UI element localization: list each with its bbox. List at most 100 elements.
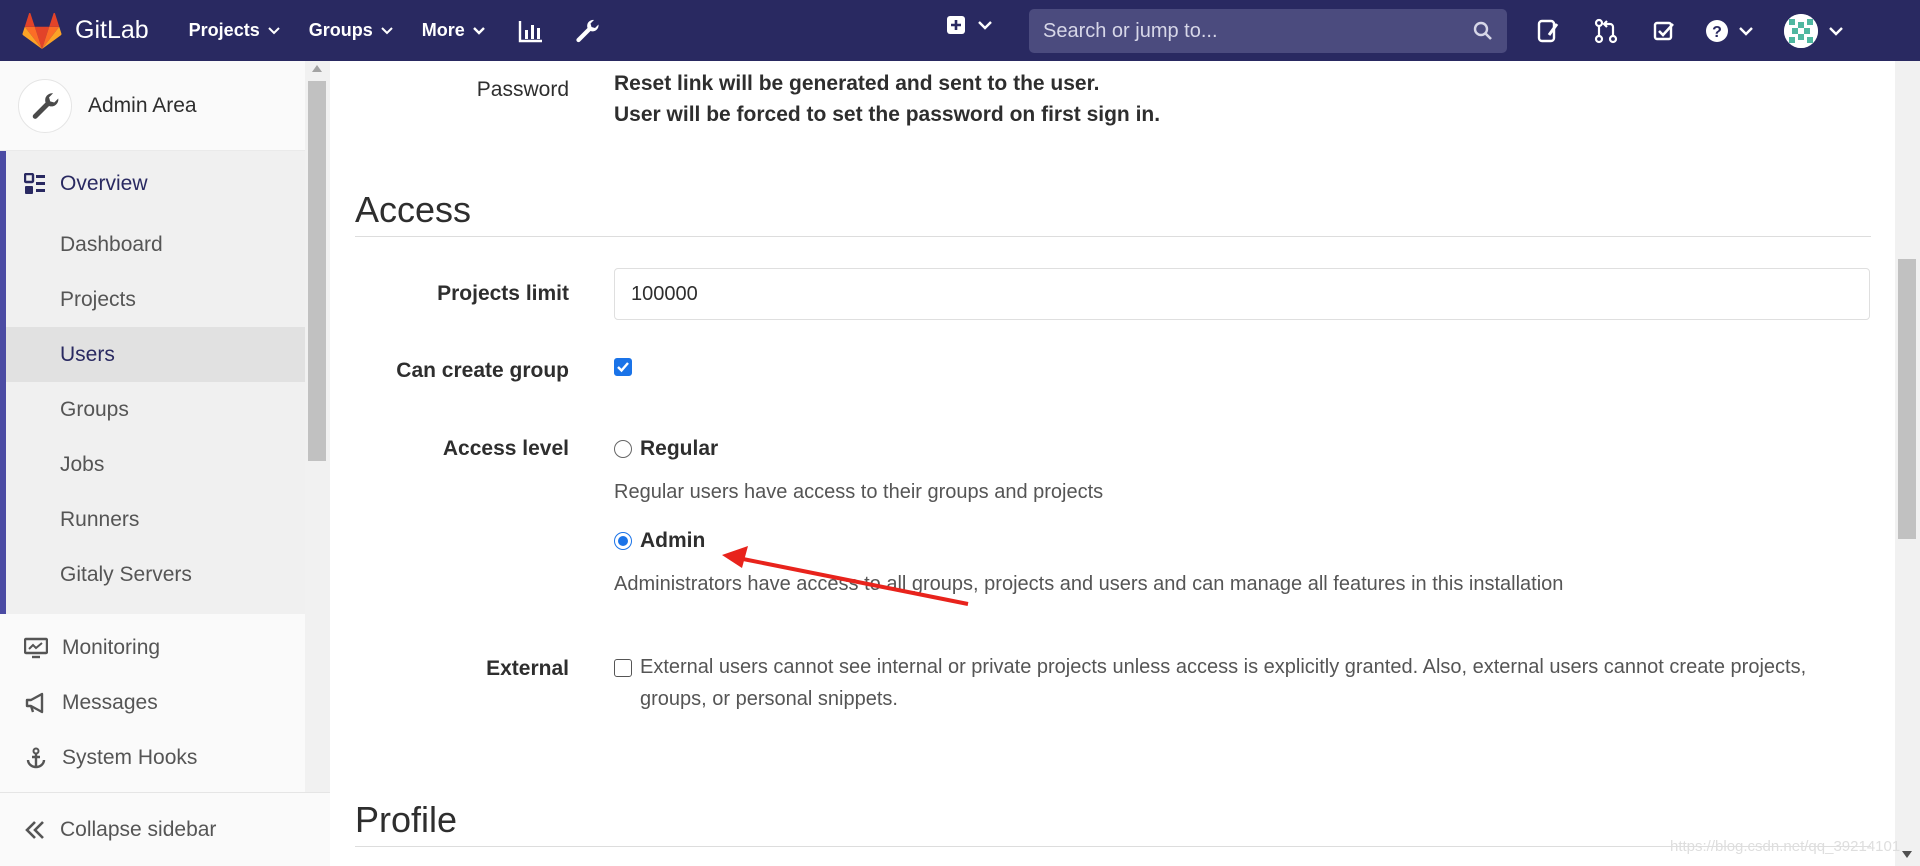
wrench-icon [32,92,59,119]
can-create-group-row: Can create group [355,358,1871,383]
tanuki-icon [22,12,62,49]
wrench-icon [576,19,599,42]
nav-projects[interactable]: Projects [189,20,281,41]
chevron-down-icon [381,26,393,34]
chevron-down-icon [978,21,992,30]
sidebar-item-overview[interactable]: Overview [6,151,305,217]
profile-section-title: Profile [355,799,458,840]
regular-radio[interactable] [614,440,632,458]
sidebar-item-overview-label: Overview [60,172,148,195]
overview-icon [24,173,45,194]
monitor-icon [24,637,48,659]
sidebar-item-groups[interactable]: Groups [6,382,305,437]
password-info-line2: User will be forced to set the password … [614,103,1161,126]
sidebar-item-jobs[interactable]: Jobs [6,437,305,492]
merge-request-icon [1594,18,1618,44]
top-navbar: GitLab Projects Groups More Search or ju… [0,0,1920,61]
sidebar-item-monitoring[interactable]: Monitoring [0,620,305,675]
admin-radio[interactable] [614,532,632,550]
external-wrapper: External users cannot see internal or pr… [614,651,1840,715]
sidebar-item-runners[interactable]: Runners [6,492,305,547]
svg-text:?: ? [1712,24,1722,41]
access-level-regular-option[interactable]: Regular [614,437,1563,461]
anchor-icon [24,746,48,770]
bar-chart-icon [518,20,542,42]
todos-button[interactable] [1646,13,1682,49]
nav-more-label: More [421,20,465,40]
sidebar-section-overview: Overview Dashboard Projects Users Groups… [0,151,305,614]
sidebar-item-messages[interactable]: Messages [0,675,305,730]
nav-projects-label: Projects [188,20,260,40]
profile-divider [355,846,1871,847]
help-icon: ? [1706,20,1728,42]
main-content: Password Reset link will be generated an… [355,61,1871,866]
chevron-down-icon [472,26,485,35]
sidebar-item-monitoring-label: Monitoring [62,635,161,659]
search-icon [1473,21,1492,40]
projects-limit-field-wrapper [614,268,1870,320]
access-level-row: Access level Regular Regular users have … [355,437,1871,595]
search-box[interactable] [1029,9,1507,53]
admin-label: Admin [640,529,706,552]
navbar-right: ? [1530,13,1844,49]
password-info-line1: Reset link will be generated and sent to… [614,72,1100,95]
sidebar-item-projects[interactable]: Projects [6,272,305,327]
user-menu-button[interactable] [1784,14,1844,48]
external-row: External External users cannot see inter… [355,656,1871,710]
issues-icon [1537,19,1559,43]
projects-limit-label: Projects limit [437,282,569,305]
nav-groups-label: Groups [308,20,373,40]
brand-name: GitLab [75,16,149,44]
plus-square-icon [947,16,965,34]
new-dropdown-button[interactable] [945,14,993,36]
can-create-group-label: Can create group [396,359,569,382]
chevron-down-icon [1739,27,1753,36]
scroll-down-arrow-icon[interactable] [1902,851,1912,858]
main-scroll-thumb[interactable] [1898,259,1916,539]
projects-limit-row: Projects limit [355,268,1871,320]
checkmark-icon [617,362,629,373]
sidebar-item-messages-label: Messages [62,690,158,714]
chevron-down-icon [1829,27,1843,36]
can-create-group-wrapper [614,358,632,376]
external-checkbox[interactable] [614,659,632,677]
help-dropdown-button[interactable]: ? [1704,18,1754,44]
main-menu: Projects Groups More [189,14,626,48]
activity-chart-button[interactable] [514,14,548,48]
access-section-title: Access [355,189,472,230]
gitlab-logo[interactable]: GitLab [22,12,149,49]
avatar [1784,14,1818,48]
sidebar-item-users[interactable]: Users [6,327,305,382]
nav-groups[interactable]: Groups [309,20,394,41]
external-help-text: External users cannot see internal or pr… [640,656,1807,710]
admin-area-avatar [18,78,72,133]
search-input[interactable] [1043,19,1473,43]
can-create-group-checkbox[interactable] [614,358,632,376]
sidebar-header[interactable]: Admin Area [0,61,329,151]
password-row: Password Reset link will be generated an… [355,72,1871,126]
sidebar-item-system-hooks[interactable]: System Hooks [0,730,305,785]
scroll-up-arrow-icon[interactable] [312,65,322,72]
sidebar-scroll-thumb[interactable] [308,81,326,461]
password-info: Reset link will be generated and sent to… [614,68,1160,130]
sidebar-item-gitaly-servers[interactable]: Gitaly Servers [6,547,305,602]
chevron-down-icon [268,26,280,34]
collapse-sidebar-button[interactable]: Collapse sidebar [0,792,330,866]
regular-label: Regular [640,437,719,460]
watermark: https://blog.csdn.net/qq_39214101 [1670,838,1901,855]
nav-more[interactable]: More [422,20,486,41]
collapse-sidebar-label: Collapse sidebar [60,817,217,841]
main-scrollbar[interactable] [1895,61,1920,866]
issues-button[interactable] [1530,13,1566,49]
admin-area-button[interactable] [570,14,604,48]
admin-sidebar: Admin Area Overview Dashboard Projects U… [0,61,330,866]
double-chevron-left-icon [25,820,44,839]
merge-requests-button[interactable] [1588,13,1624,49]
sidebar-title: Admin Area [88,93,197,117]
annotation-arrow-icon [722,546,969,606]
todo-check-icon [1653,21,1674,41]
sidebar-scrollbar[interactable] [305,61,330,792]
regular-help-text: Regular users have access to their group… [614,481,1104,503]
projects-limit-input[interactable] [614,268,1870,320]
sidebar-item-dashboard[interactable]: Dashboard [6,217,305,272]
